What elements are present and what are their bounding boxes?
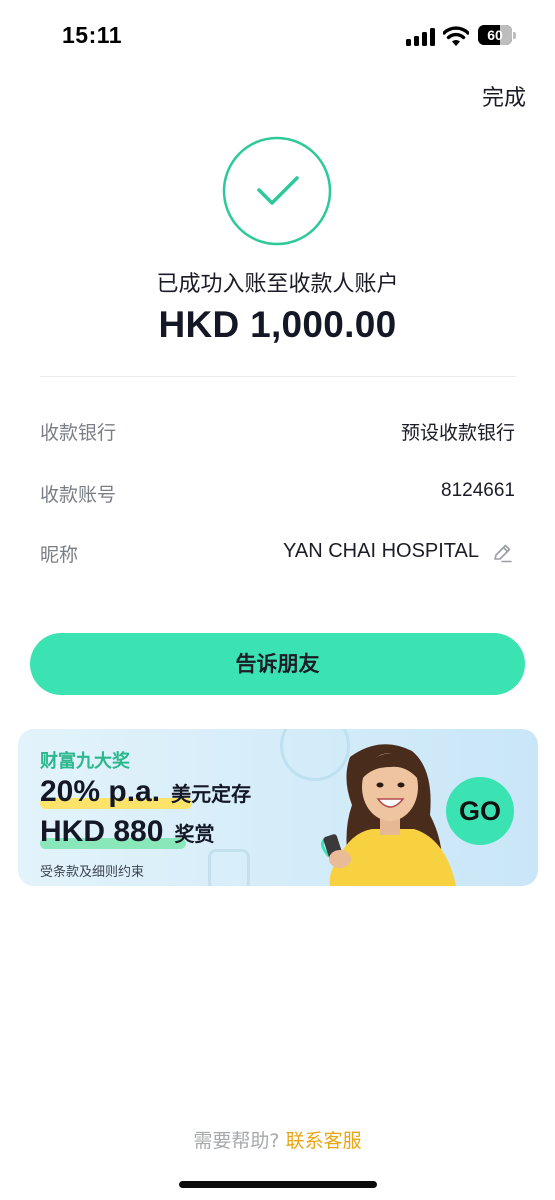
battery-tip: [513, 32, 516, 39]
done-button[interactable]: 完成: [482, 80, 526, 112]
nickname-value: YAN CHAI HOSPITAL: [283, 540, 479, 562]
account-label: 收款账号: [40, 484, 117, 506]
go-button[interactable]: GO: [446, 777, 514, 845]
divider: [40, 376, 516, 377]
promo-line-rate: 20% p.a. 美元定存: [40, 775, 251, 815]
detail-row-bank: 收款银行 预设收款银行: [40, 418, 515, 450]
promo-rate: 20% p.a.: [40, 775, 161, 808]
promo-rate-product: 美元定存: [171, 782, 252, 806]
account-value: 8124661: [441, 480, 515, 501]
battery-level: 60: [487, 27, 503, 43]
promo-reward-label: 奖赏: [174, 822, 215, 846]
signal-icon: [406, 28, 436, 46]
check-circle-icon: [222, 136, 332, 246]
bank-label: 收款银行: [40, 422, 117, 444]
promo-line-reward: HKD 880 奖赏: [40, 815, 214, 855]
result-message: 已成功入账至收款人账户: [156, 272, 399, 297]
promo-title: 财富九大奖: [40, 751, 130, 772]
detail-row-account: 收款账号 8124661: [40, 480, 515, 512]
edit-pencil-icon[interactable]: [491, 542, 513, 564]
help-text: 需要帮助?: [193, 1130, 280, 1152]
promo-reward: HKD 880: [40, 815, 164, 848]
home-indicator: [179, 1181, 377, 1188]
nickname-label: 昵称: [40, 544, 79, 566]
contact-support-link[interactable]: 联系客服: [286, 1130, 362, 1152]
status-bar: 15:11 60: [0, 0, 555, 72]
help-line: 需要帮助? 联系客服: [0, 1126, 555, 1153]
transfer-amount: HKD 1,000.00: [158, 304, 397, 345]
promo-terms: 受条款及细则约束: [40, 865, 145, 880]
promo-person-image: [321, 744, 456, 886]
bank-value: 预设收款银行: [400, 422, 515, 444]
detail-row-nickname: 昵称 YAN CHAI HOSPITAL: [40, 540, 515, 572]
wifi-icon: [443, 26, 469, 46]
promo-banner[interactable]: 财富九大奖 20% p.a. 美元定存 HKD 880 奖赏 受条款及细则约束 …: [18, 729, 538, 886]
battery-icon: 60: [478, 25, 512, 45]
status-time: 15:11: [62, 22, 123, 48]
share-button[interactable]: 告诉朋友: [30, 633, 525, 695]
